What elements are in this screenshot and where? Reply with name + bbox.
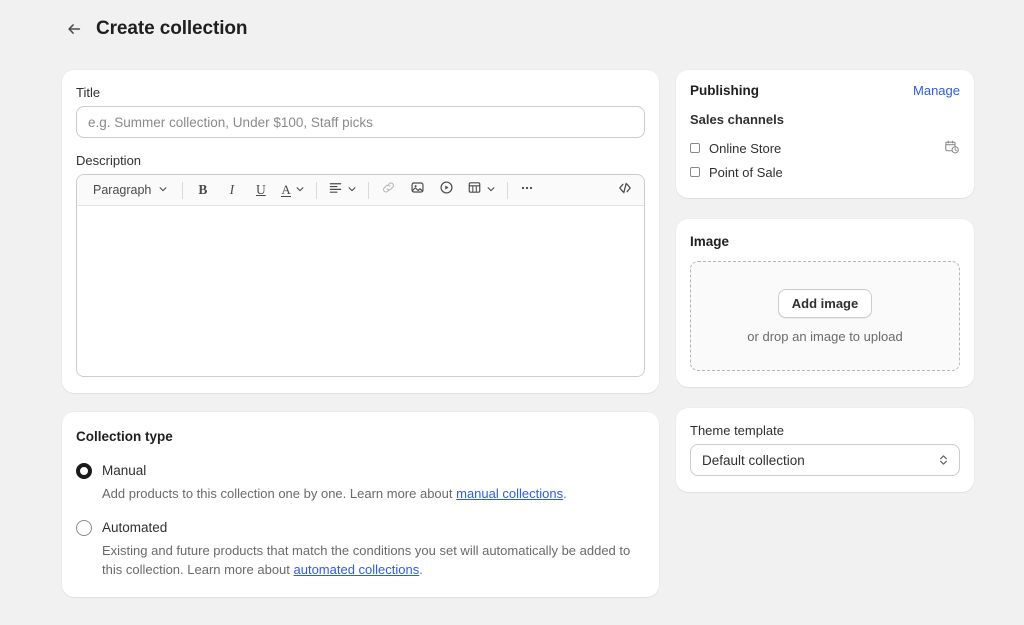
chevron-down-icon [347, 181, 357, 199]
image-card: Image Add image or drop an image to uplo… [676, 219, 974, 387]
chevron-down-icon [158, 183, 168, 197]
radio-automated-help: Existing and future products that match … [102, 541, 645, 579]
toolbar-divider [182, 181, 184, 199]
text-color-icon: A [281, 182, 291, 197]
calendar-clock-icon[interactable] [944, 139, 960, 155]
bold-icon: B [198, 182, 208, 197]
image-dropzone[interactable]: Add image or drop an image to upload [690, 261, 960, 371]
left-column: Title Description Paragraph [62, 70, 659, 597]
page-header: Create collection [64, 18, 248, 40]
italic-icon: I [229, 182, 235, 197]
radio-automated-help-suffix: . [419, 562, 423, 577]
link-button[interactable] [377, 179, 400, 202]
align-button[interactable] [325, 179, 360, 202]
checkbox-point-of-sale[interactable] [690, 167, 700, 177]
radio-manual[interactable] [76, 463, 92, 479]
radio-manual-help-suffix: . [563, 486, 567, 501]
channel-point-of-sale-label: Point of Sale [709, 164, 783, 180]
theme-template-card: Theme template Default collection [676, 408, 974, 492]
channel-row-online-store[interactable]: Online Store [690, 137, 960, 159]
radio-manual-help: Add products to this collection one by o… [102, 484, 645, 503]
toolbar-divider [315, 181, 317, 199]
description-field-group: Description Paragraph B I U A [76, 152, 645, 377]
underline-button[interactable]: U [249, 179, 272, 202]
insert-group [377, 179, 499, 202]
code-icon [617, 180, 633, 201]
ellipsis-icon [519, 180, 535, 201]
radio-automated[interactable] [76, 520, 92, 536]
add-image-button[interactable]: Add image [777, 288, 873, 318]
description-editor-area[interactable] [77, 206, 644, 376]
publishing-title: Publishing [690, 83, 759, 98]
collection-type-heading: Collection type [76, 429, 173, 444]
insert-table-button[interactable] [464, 179, 499, 202]
underline-icon: U [256, 182, 266, 197]
right-column: Publishing Manage Sales channels Online … [676, 70, 974, 492]
table-icon [467, 180, 482, 200]
radio-manual-help-text: Add products to this collection one by o… [102, 486, 457, 501]
channel-online-store-label: Online Store [709, 140, 782, 156]
arrow-left-icon[interactable] [64, 19, 84, 39]
paragraph-style-select[interactable]: Paragraph [85, 179, 174, 202]
chevron-down-icon [486, 181, 496, 199]
publishing-card: Publishing Manage Sales channels Online … [676, 70, 974, 198]
rich-text-editor: Paragraph B I U A [76, 174, 645, 377]
radio-row-manual[interactable]: Manual [76, 462, 645, 480]
collection-type-option-manual: Manual Add products to this collection o… [76, 462, 645, 503]
title-field-group: Title [76, 84, 645, 138]
publishing-header: Publishing Manage [690, 83, 960, 98]
text-align-icon [328, 180, 343, 200]
collection-type-option-automated: Automated Existing and future products t… [76, 519, 645, 579]
title-input[interactable] [76, 106, 645, 138]
radio-automated-label: Automated [102, 520, 168, 535]
link-icon [381, 180, 396, 200]
text-color-button[interactable]: A [278, 179, 307, 202]
theme-template-select[interactable]: Default collection [690, 444, 960, 476]
radio-row-automated[interactable]: Automated [76, 519, 645, 537]
more-options-button[interactable] [516, 179, 539, 202]
code-view-button[interactable] [613, 179, 636, 202]
toolbar-divider [367, 181, 369, 199]
editor-toolbar: Paragraph B I U A [77, 175, 644, 206]
channel-row-point-of-sale[interactable]: Point of Sale [690, 161, 960, 183]
create-collection-page: Create collection Title Description Para… [0, 0, 1024, 625]
image-card-title: Image [690, 234, 730, 249]
checkbox-online-store[interactable] [690, 143, 700, 153]
image-icon [410, 180, 425, 200]
collection-type-card: Collection type Manual Add products to t… [62, 412, 659, 597]
page-title: Create collection [96, 18, 248, 39]
manage-link[interactable]: Manage [913, 83, 960, 98]
radio-manual-label: Manual [102, 463, 147, 478]
description-label: Description [76, 153, 142, 168]
collection-details-card: Title Description Paragraph [62, 70, 659, 393]
toolbar-divider [506, 181, 508, 199]
theme-template-selected-value: Default collection [702, 452, 805, 468]
insert-video-button[interactable] [435, 179, 458, 202]
sales-channels-label: Sales channels [690, 112, 784, 127]
paragraph-style-label: Paragraph [93, 183, 152, 197]
video-play-icon [439, 180, 454, 200]
theme-template-label: Theme template [690, 423, 784, 438]
chevron-down-icon [295, 181, 305, 199]
automated-collections-link[interactable]: automated collections [294, 562, 420, 577]
theme-template-select-wrap: Default collection [690, 444, 960, 476]
italic-button[interactable]: I [220, 179, 243, 202]
bold-button[interactable]: B [191, 179, 214, 202]
insert-image-button[interactable] [406, 179, 429, 202]
drop-image-hint: or drop an image to upload [747, 328, 903, 344]
text-format-group: B I U A [191, 179, 307, 202]
title-label: Title [76, 85, 101, 100]
manual-collections-link[interactable]: manual collections [456, 486, 563, 501]
